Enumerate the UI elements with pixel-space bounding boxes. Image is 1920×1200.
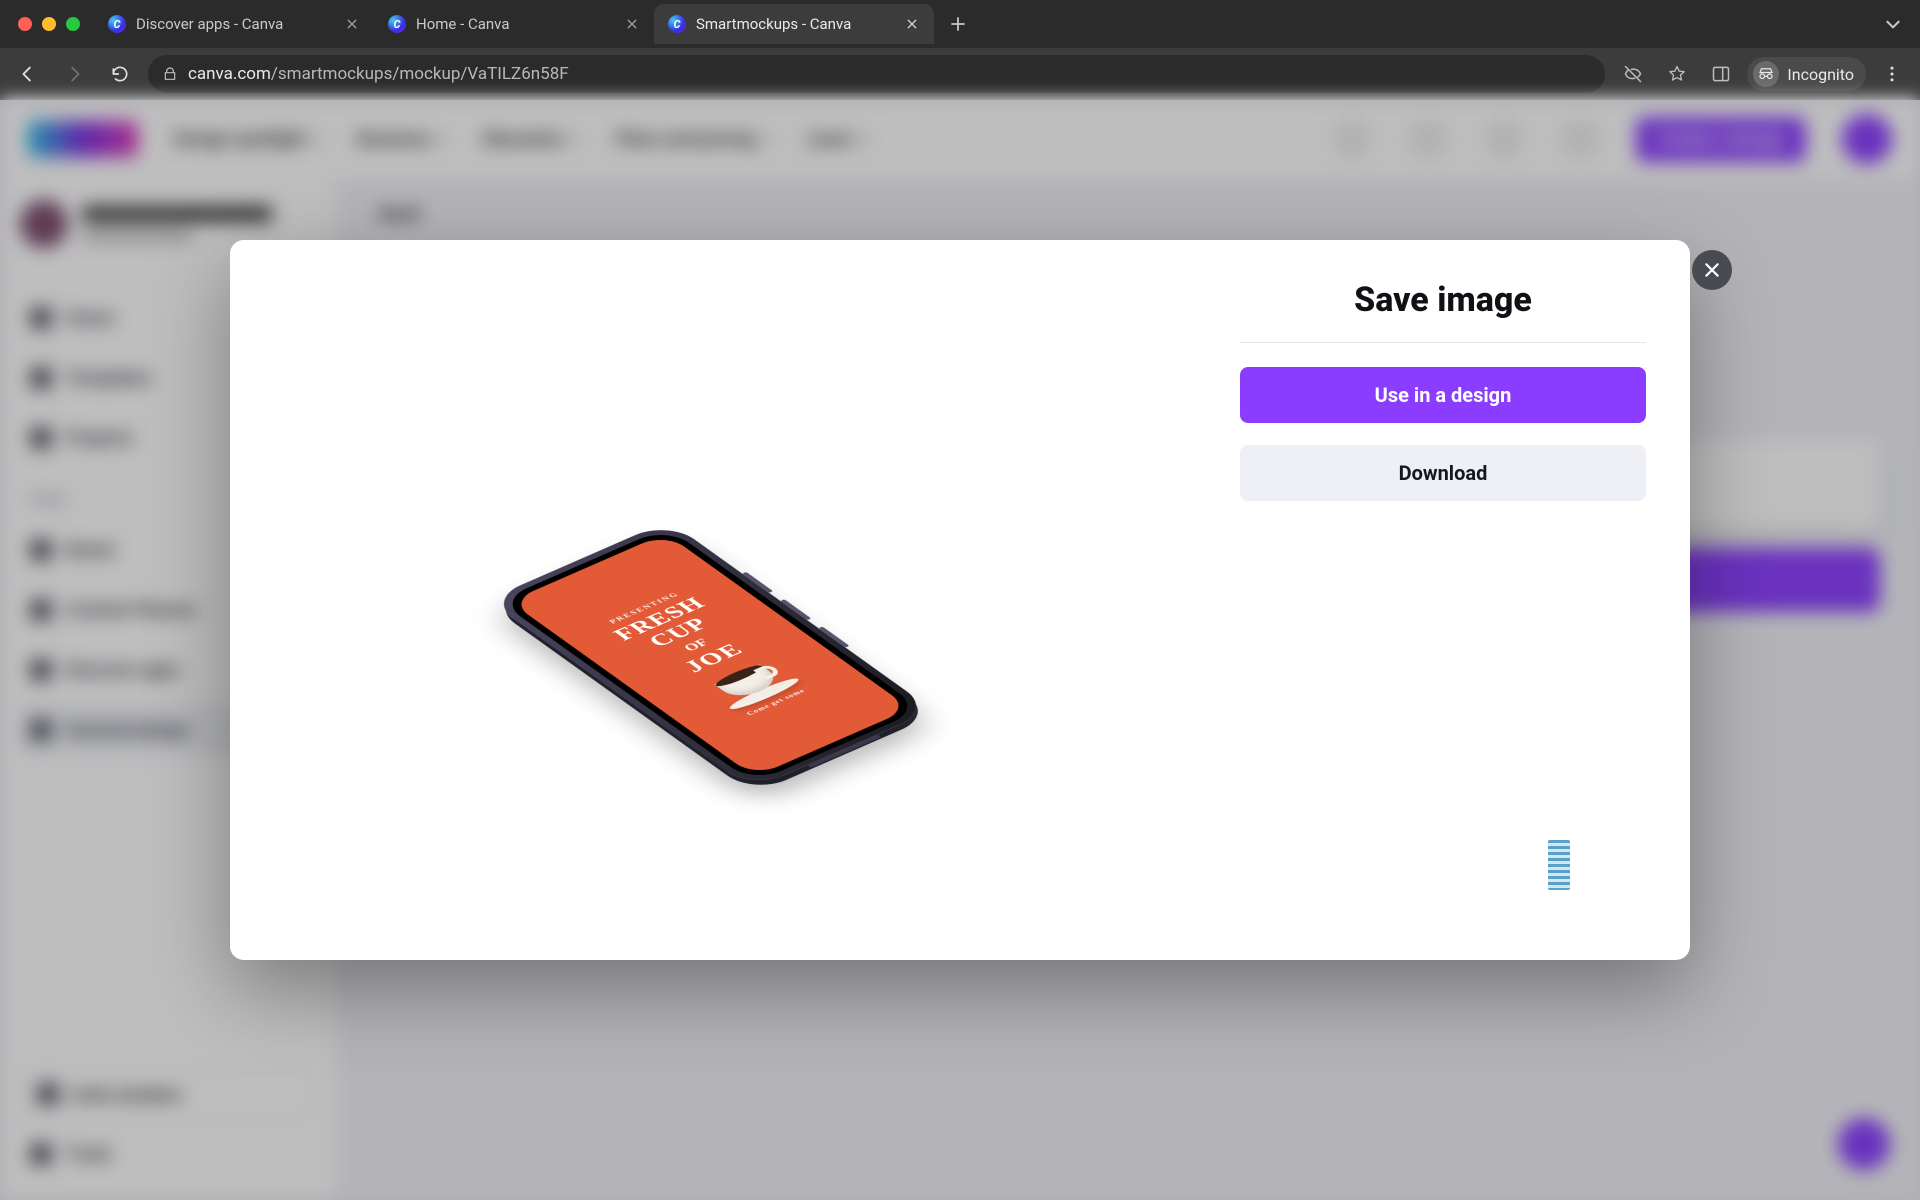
modal-actions-panel: Save image Use in a design Download bbox=[1220, 240, 1690, 960]
tab-close-button[interactable] bbox=[624, 16, 640, 32]
page-viewport: Design spotlight Business Education Plan… bbox=[0, 100, 1920, 1200]
arrow-right-icon bbox=[63, 63, 85, 85]
new-tab-button[interactable] bbox=[942, 8, 974, 40]
incognito-icon bbox=[1753, 61, 1779, 87]
kebab-icon bbox=[1882, 64, 1902, 84]
screen-design: PRESENTING FRESH CUP OF JOE Come get som… bbox=[557, 567, 863, 742]
tab-close-button[interactable] bbox=[344, 16, 360, 32]
address-bar[interactable]: canva.com/smartmockups/mockup/VaTILZ6n58… bbox=[148, 55, 1605, 93]
browser-tab-smartmockups[interactable]: Smartmockups - Canva bbox=[654, 4, 934, 44]
window-close-button[interactable] bbox=[18, 17, 32, 31]
use-in-design-button[interactable]: Use in a design bbox=[1240, 367, 1646, 423]
tab-title: Smartmockups - Canva bbox=[696, 15, 894, 33]
browser-menu-button[interactable] bbox=[1874, 56, 1910, 92]
url-path: /smartmockups/mockup/VaTILZ6n58F bbox=[271, 64, 569, 84]
browser-chrome: Discover apps - Canva Home - Canva Smart… bbox=[0, 0, 1920, 100]
tracking-off-button[interactable] bbox=[1615, 56, 1651, 92]
plus-icon bbox=[950, 16, 966, 32]
eye-off-icon bbox=[1623, 64, 1643, 84]
close-icon bbox=[906, 18, 918, 30]
incognito-indicator[interactable]: Incognito bbox=[1747, 57, 1866, 91]
lock-icon bbox=[162, 66, 178, 82]
tab-title: Discover apps - Canva bbox=[136, 15, 334, 33]
phone-mockup: PRESENTING FRESH CUP OF JOE Come get som… bbox=[475, 410, 975, 790]
nav-forward-button[interactable] bbox=[56, 56, 92, 92]
browser-tab-discover-apps[interactable]: Discover apps - Canva bbox=[94, 4, 374, 44]
address-url: canva.com/smartmockups/mockup/VaTILZ6n58… bbox=[188, 64, 569, 84]
tab-title: Home - Canva bbox=[416, 15, 614, 33]
mockup-preview: PRESENTING FRESH CUP OF JOE Come get som… bbox=[230, 240, 1220, 960]
close-icon bbox=[1703, 261, 1721, 279]
tab-close-button[interactable] bbox=[904, 16, 920, 32]
reload-icon bbox=[110, 64, 130, 84]
chevron-down-icon bbox=[1884, 15, 1902, 33]
bookmark-button[interactable] bbox=[1659, 56, 1695, 92]
tabstrip: Discover apps - Canva Home - Canva Smart… bbox=[0, 0, 1920, 48]
star-icon bbox=[1667, 64, 1687, 84]
loading-thumbnail-icon bbox=[1548, 840, 1570, 890]
canva-favicon-icon bbox=[388, 15, 406, 33]
modal-backdrop[interactable]: PRESENTING FRESH CUP OF JOE Come get som… bbox=[0, 100, 1920, 1200]
phone-side-buttons-icon bbox=[742, 572, 773, 593]
browser-toolbar: canva.com/smartmockups/mockup/VaTILZ6n58… bbox=[0, 48, 1920, 100]
window-controls bbox=[8, 17, 94, 31]
phone-body: PRESENTING FRESH CUP OF JOE Come get som… bbox=[487, 521, 933, 790]
canva-favicon-icon bbox=[668, 15, 686, 33]
modal-close-button[interactable] bbox=[1692, 250, 1732, 290]
download-button[interactable]: Download bbox=[1240, 445, 1646, 501]
nav-reload-button[interactable] bbox=[102, 56, 138, 92]
close-icon bbox=[346, 18, 358, 30]
sidepanel-icon bbox=[1711, 64, 1731, 84]
incognito-label: Incognito bbox=[1787, 65, 1854, 84]
window-zoom-button[interactable] bbox=[66, 17, 80, 31]
save-image-modal: PRESENTING FRESH CUP OF JOE Come get som… bbox=[230, 240, 1690, 960]
phone-screen: PRESENTING FRESH CUP OF JOE Come get som… bbox=[509, 533, 910, 777]
url-host: canva.com bbox=[188, 64, 271, 84]
arrow-left-icon bbox=[17, 63, 39, 85]
browser-tab-home[interactable]: Home - Canva bbox=[374, 4, 654, 44]
window-minimize-button[interactable] bbox=[42, 17, 56, 31]
sidepanel-button[interactable] bbox=[1703, 56, 1739, 92]
canva-favicon-icon bbox=[108, 15, 126, 33]
close-icon bbox=[626, 18, 638, 30]
modal-title: Save image bbox=[1240, 280, 1646, 343]
nav-back-button[interactable] bbox=[10, 56, 46, 92]
toolbar-actions: Incognito bbox=[1615, 56, 1910, 92]
tabstrip-overflow[interactable] bbox=[1884, 15, 1912, 33]
